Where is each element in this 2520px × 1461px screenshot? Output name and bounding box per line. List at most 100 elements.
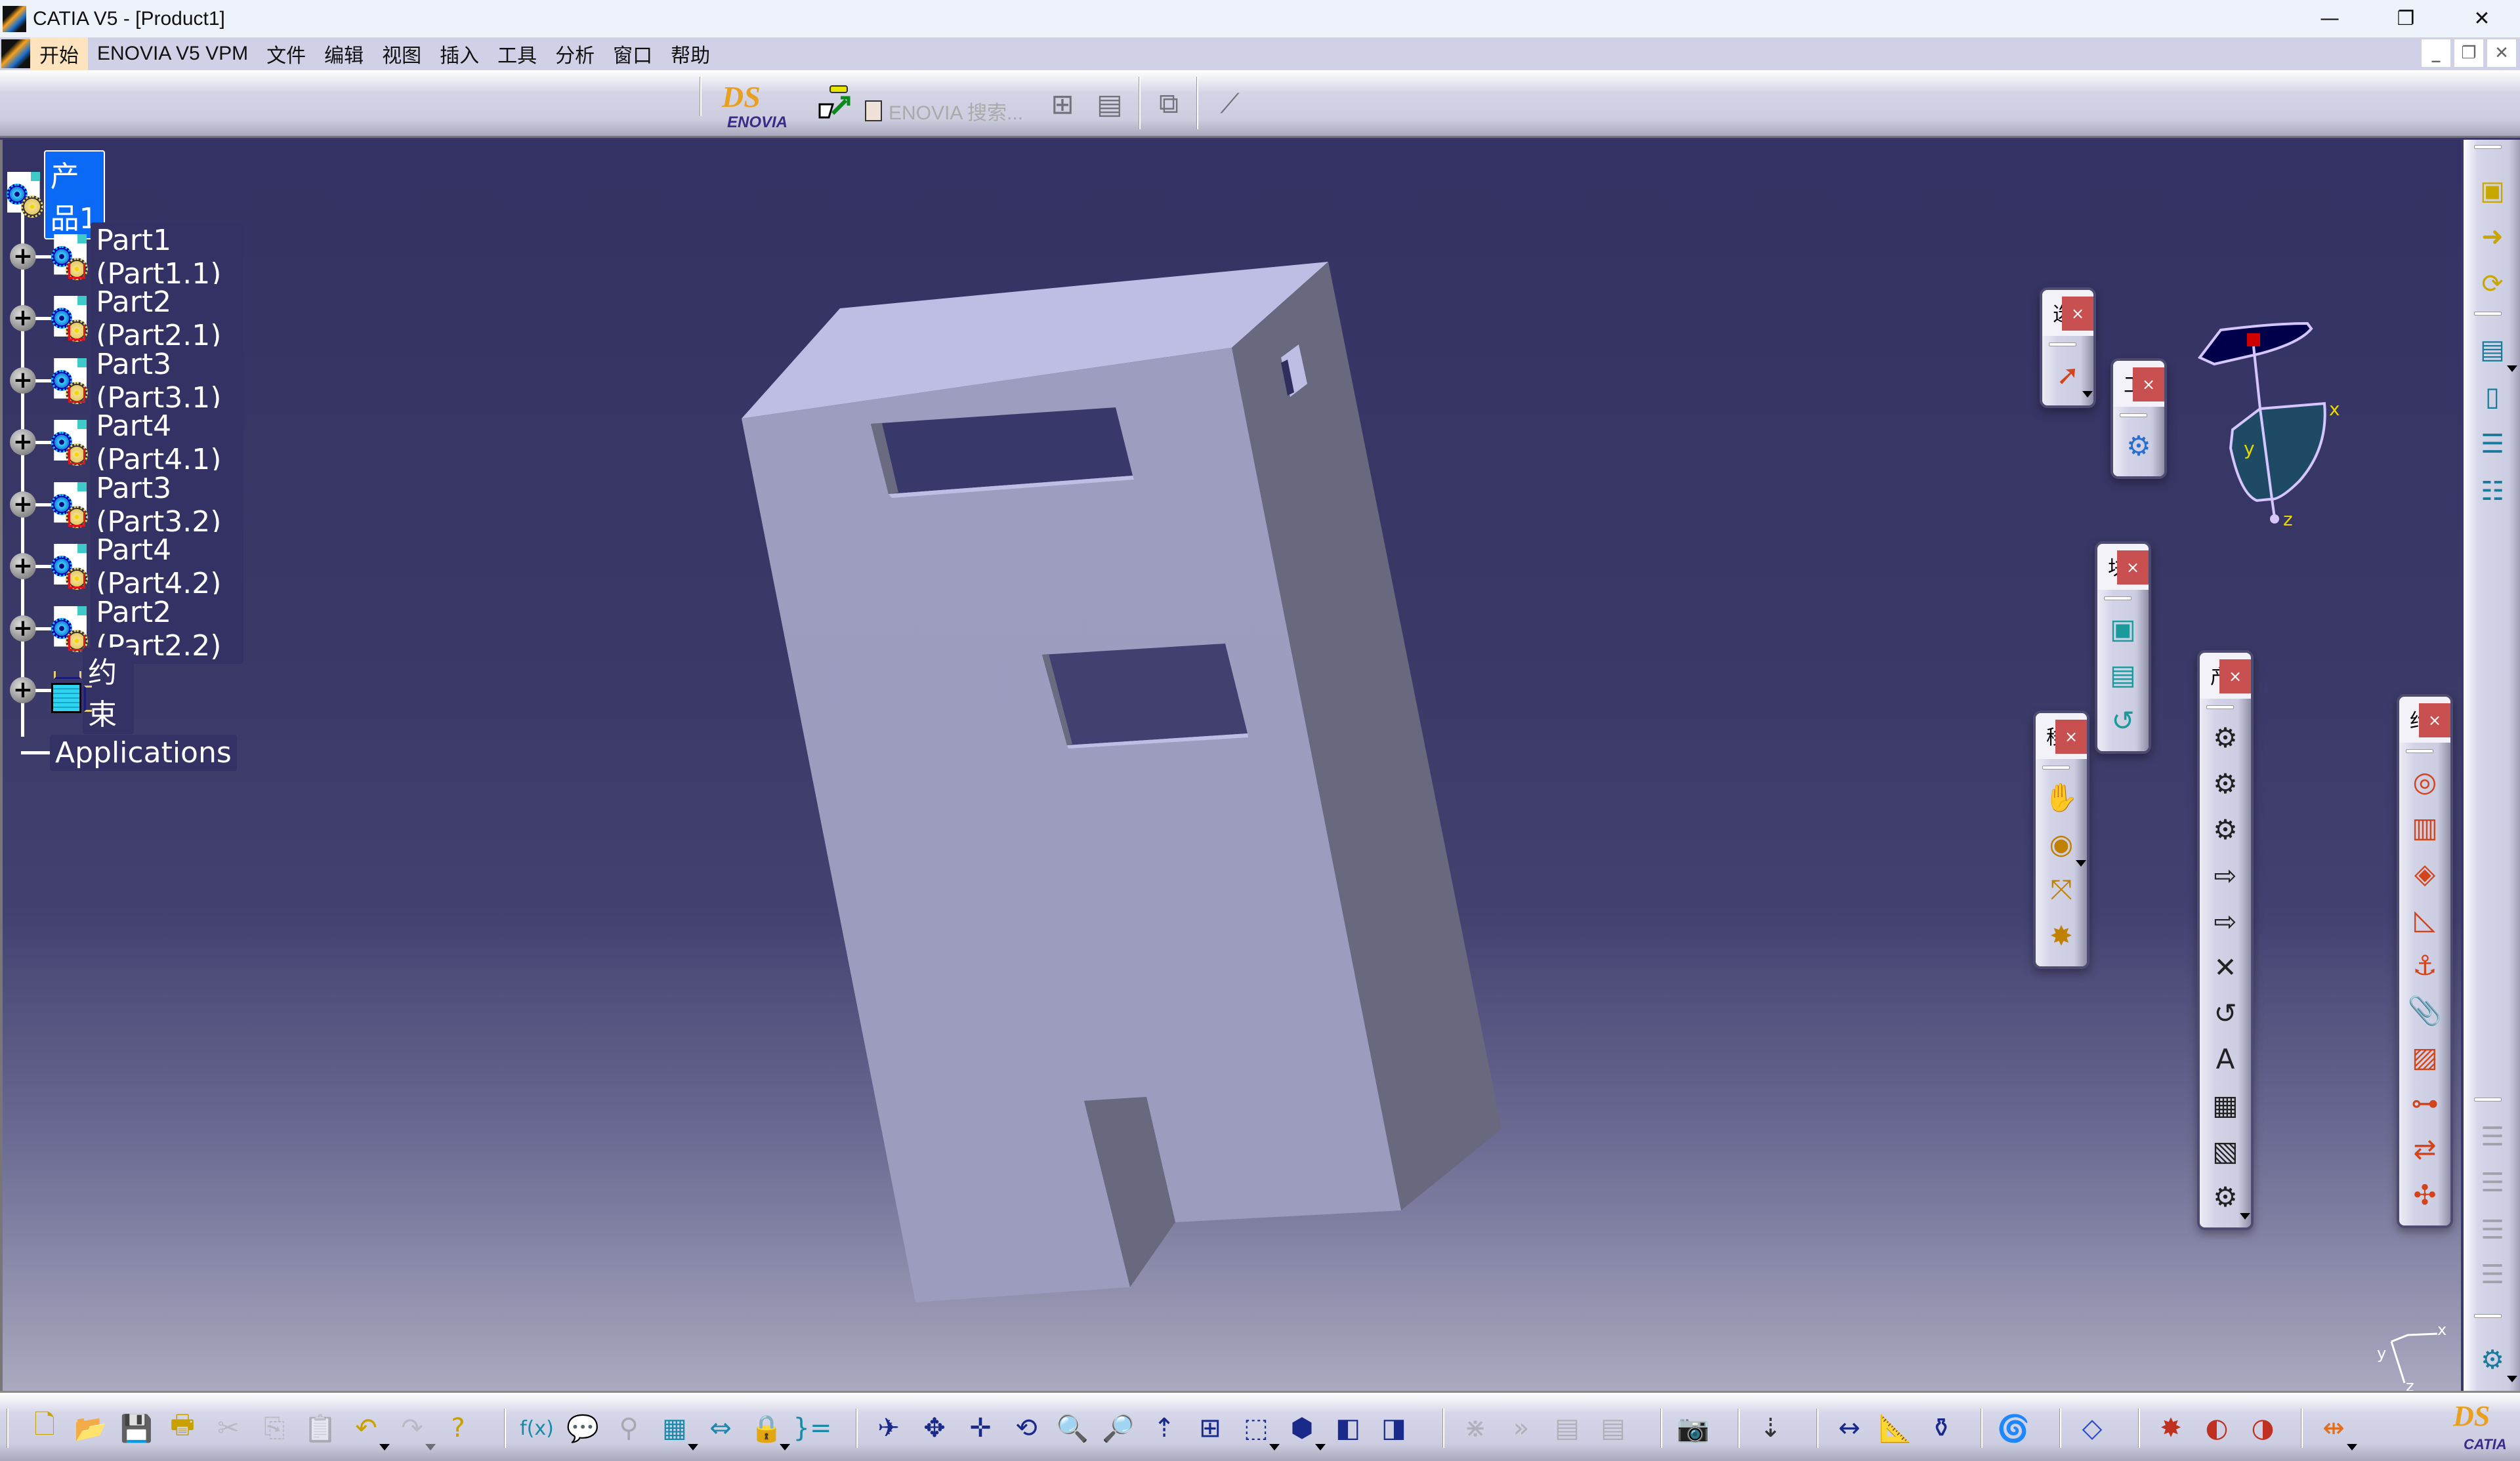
minimize-button[interactable]: — [2292, 0, 2368, 37]
doc-minimize-button[interactable]: _ [2422, 39, 2450, 67]
clash-analysis-icon[interactable]: 🌀 [1995, 1409, 2032, 1448]
select-arrow-icon[interactable]: ➚ [2048, 354, 2093, 398]
fix-together-icon[interactable]: ▣ [2103, 608, 2143, 649]
toolbar-grip[interactable] [2474, 312, 2502, 316]
expand-icon[interactable]: + [10, 553, 36, 579]
paste-icon[interactable]: 📋 [302, 1409, 339, 1448]
catalog-browser-icon[interactable]: ▣ [2473, 171, 2512, 211]
catalog-link-icon[interactable]: ⟳ [2473, 264, 2512, 304]
menu-item[interactable]: 窗口 [604, 37, 662, 70]
relations-icon[interactable]: ⇔ [702, 1409, 739, 1448]
select-settings-icon[interactable]: ⚙ [2473, 1340, 2517, 1382]
snap-icon[interactable]: ◉ [2042, 823, 2086, 867]
toolbar-grip[interactable] [2474, 1314, 2502, 1318]
toolbar-grip[interactable] [2474, 145, 2502, 149]
floating-toolbar-title-bar[interactable]: 工具× [2113, 361, 2164, 407]
menu-item[interactable]: 工具 [488, 37, 546, 70]
menu-item[interactable]: 视图 [373, 37, 430, 70]
print-icon[interactable]: 🖶 [164, 1409, 201, 1448]
catalog-add-icon[interactable]: ➜ [2473, 217, 2512, 257]
tree-collapse-icon[interactable]: ☷ [2473, 472, 2512, 511]
enhanced-scene-icon[interactable]: ▯ [2473, 377, 2512, 417]
angle-constraint-icon[interactable]: ◺ [2405, 899, 2445, 939]
tree-expand-icon[interactable]: ☰ [2473, 424, 2512, 464]
measure-inertia-icon[interactable]: ⚱ [1923, 1409, 1960, 1448]
apply-material-icon[interactable]: ✸ [2152, 1409, 2189, 1448]
toolbar-grip[interactable] [2049, 342, 2076, 346]
close-icon[interactable]: × [2062, 297, 2093, 331]
menu-item[interactable]: 文件 [257, 37, 315, 70]
enovia-link-icon[interactable]: ⟋ [1211, 85, 1249, 123]
close-icon[interactable]: × [2133, 367, 2164, 401]
disabled-tree-1-icon[interactable]: ☰ [2473, 1117, 2512, 1157]
toolbar-grip[interactable] [2042, 766, 2070, 770]
tree-node[interactable]: Part2 (Part2.2) [51, 594, 244, 664]
dropdown-arrow-icon[interactable] [2082, 391, 2093, 398]
floating-toolbar-product-structure[interactable]: 产品结构工具× ⚙ ⚙ ⚙ ⇨ ⇨ ✕ ↺ A ▦ ▧ ⚙ [2197, 650, 2254, 1230]
compass-handle[interactable] [2247, 333, 2260, 346]
existing-component-positioning-icon[interactable]: ⇨ [2206, 901, 2245, 941]
tree-node-root[interactable]: 产品1 [7, 150, 105, 239]
tree-node[interactable]: 约束 [51, 648, 134, 734]
expand-icon[interactable]: + [10, 615, 36, 642]
replace-component-icon[interactable]: ✕ [2206, 947, 2245, 987]
dropdown-arrow-icon[interactable] [2240, 1213, 2250, 1220]
fix-component-icon[interactable]: ⚓ [2405, 945, 2445, 985]
sectioning-icon[interactable]: ◇ [2074, 1409, 2110, 1448]
compass-origin[interactable] [2270, 514, 2279, 524]
dropdown-arrow-icon[interactable] [2507, 1376, 2517, 1382]
new-icon[interactable]: 🗋 [26, 1409, 63, 1448]
tree-node[interactable]: Applications [46, 730, 237, 776]
lock-icon[interactable]: 🔒 [748, 1409, 790, 1451]
new-part-icon[interactable]: ⚙ [2206, 809, 2245, 850]
toolbar-grip[interactable] [2206, 705, 2234, 709]
equivalent-icon[interactable]: }= [793, 1409, 832, 1448]
toolbar-grip[interactable] [2474, 1098, 2502, 1101]
shading-icon[interactable]: ⬢ [1284, 1409, 1326, 1451]
undo-icon[interactable]: ↶ [348, 1409, 390, 1451]
floating-toolbar-title-bar[interactable]: 块× [2097, 544, 2149, 590]
compass-widget[interactable]: x y z [2194, 317, 2378, 527]
floating-toolbar-title-bar[interactable]: 选择× [2042, 290, 2093, 336]
floating-toolbar-title-bar[interactable]: 产品结构工具× [2200, 653, 2251, 699]
catia-menu-icon[interactable] [1, 39, 30, 68]
toolbar-grip[interactable] [7, 1409, 9, 1448]
formula-icon[interactable]: f(x) [518, 1409, 555, 1448]
tree-node[interactable]: Part4 (Part4.2) [51, 532, 244, 602]
disabled-4-icon[interactable]: ▤ [1595, 1409, 1631, 1448]
floating-toolbar-title-bar[interactable]: 约束× [2399, 697, 2450, 743]
menu-item[interactable]: ENOVIA V5 VPM [88, 37, 257, 70]
close-icon[interactable]: × [2055, 720, 2087, 754]
reorder-icon[interactable]: ↺ [2103, 700, 2143, 741]
update-icon[interactable]: ⇣ [1752, 1409, 1789, 1448]
manipulation-icon[interactable]: ✋ [2042, 777, 2081, 818]
toolbar-grip[interactable] [2120, 413, 2147, 417]
snap-grid-icon[interactable]: ⇹ [2315, 1409, 2357, 1451]
open-icon[interactable]: 📂 [72, 1409, 109, 1448]
copy-icon[interactable]: ⎘ [256, 1409, 293, 1448]
gears-update-icon[interactable]: ⚙ [2119, 425, 2158, 466]
zoom-in-icon[interactable]: 🔍 [1054, 1409, 1091, 1448]
new-product-icon[interactable]: ⚙ [2206, 763, 2245, 804]
measure-item-icon[interactable]: 📐 [1877, 1409, 1914, 1448]
existing-component-icon[interactable]: ⇨ [2206, 855, 2245, 895]
disabled-2-icon[interactable]: » [1503, 1409, 1540, 1448]
manage-representations-icon[interactable]: ▧ [2206, 1130, 2245, 1171]
offset-constraint-icon[interactable]: ◈ [2405, 853, 2445, 894]
render-icon[interactable]: ◐ [2198, 1409, 2235, 1448]
knowledge-disabled-icon[interactable]: ⚲ [610, 1409, 647, 1448]
comment-icon[interactable]: 💬 [564, 1409, 601, 1448]
flexible-rigid-icon[interactable]: ⊶ [2405, 1082, 2445, 1123]
tree-node[interactable]: Part1 (Part1.1) [51, 222, 244, 292]
dropdown-arrow-icon[interactable] [2076, 860, 2086, 867]
dropdown-arrow-icon[interactable] [1315, 1444, 1326, 1451]
smart-move-icon[interactable]: ▤ [2103, 654, 2143, 695]
tree-node-label[interactable]: Part1 (Part1.1) [91, 222, 244, 292]
enovia-sync-icon[interactable]: ⧉ [1150, 85, 1188, 123]
scenes-icon[interactable]: ▤ [2473, 330, 2517, 372]
floating-toolbar-constraints[interactable]: 约束× ◎ ▥ ◈ ◺ ⚓ 📎 ▨ ⊶ ⇄ ✣ [2397, 694, 2453, 1228]
disabled-tree-4-icon[interactable]: ☰ [2473, 1255, 2512, 1294]
floating-toolbar-title-bar[interactable]: 移动× [2036, 713, 2087, 759]
close-icon[interactable]: × [2219, 659, 2251, 693]
swap-visible-icon[interactable]: ◨ [1376, 1409, 1412, 1448]
